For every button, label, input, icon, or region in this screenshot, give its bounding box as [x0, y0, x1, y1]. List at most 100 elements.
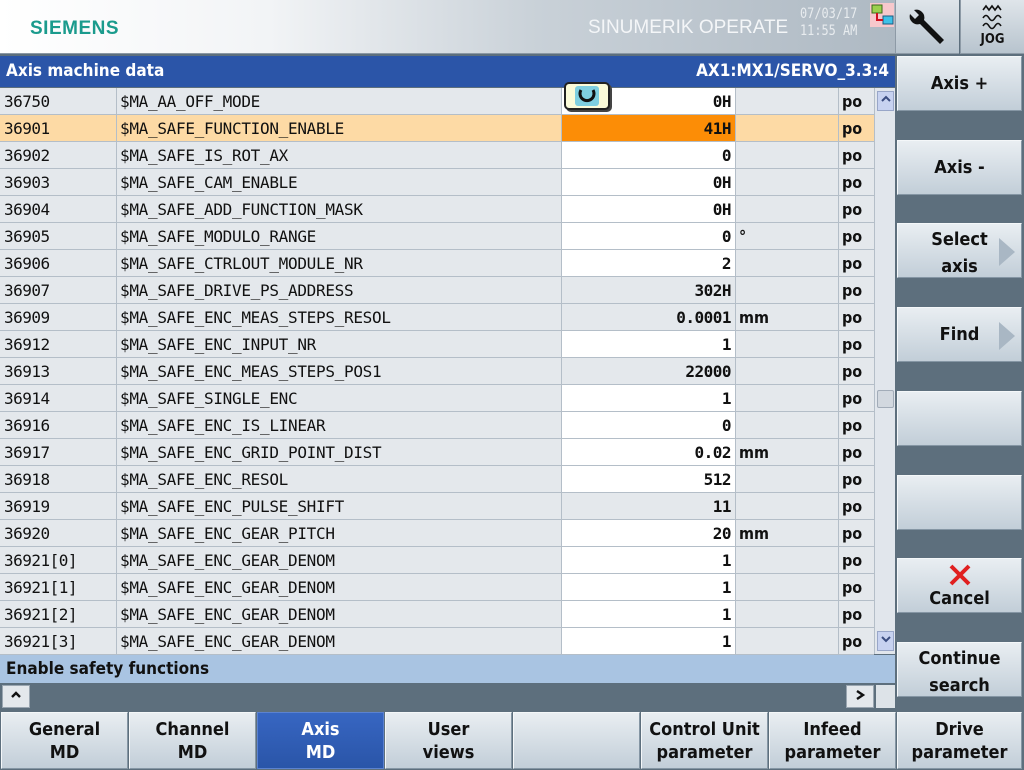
md-number-cell: 36902 [0, 142, 117, 168]
drive-parameter-tab[interactable]: Drive parameter [897, 712, 1022, 769]
table-row[interactable]: 36921[3] $MA_SAFE_ENC_GEAR_DENOM 1 po [0, 628, 874, 655]
general-md-tab[interactable]: General MD [1, 712, 128, 769]
channel-md-tab[interactable]: Channel MD [129, 712, 256, 769]
md-name-cell: $MA_SAFE_DRIVE_PS_ADDRESS [117, 277, 562, 303]
datetime: 07/03/17 11:55 AM [800, 6, 857, 40]
md-value-cell[interactable]: 0.0001 [562, 304, 736, 330]
infeed-parameter-tab[interactable]: Infeed parameter [769, 712, 896, 769]
md-value-cell[interactable]: 1 [562, 547, 736, 573]
table-row[interactable]: 36906 $MA_SAFE_CTRLOUT_MODULE_NR 2 po [0, 250, 874, 277]
md-value-cell[interactable]: 0 [562, 223, 736, 249]
table-row[interactable]: 36905 $MA_SAFE_MODULO_RANGE 0 ° po [0, 223, 874, 250]
select-axis-softkey[interactable]: Select axis [897, 223, 1022, 278]
setup-button[interactable] [895, 0, 959, 54]
md-activation-cell: po [842, 92, 863, 111]
continue-search-softkey[interactable]: Continue search [897, 642, 1022, 697]
undo-button[interactable] [564, 82, 610, 110]
md-number-cell: 36920 [0, 520, 117, 546]
md-activation-cell: po [842, 335, 863, 354]
control-unit-parameter-tab[interactable]: Control Unit parameter [641, 712, 768, 769]
scroll-left-button[interactable] [2, 685, 30, 708]
table-row[interactable]: 36917 $MA_SAFE_ENC_GRID_POINT_DIST 0.02 mm p… [0, 439, 874, 466]
scroll-thumb[interactable] [877, 390, 894, 408]
md-value-cell[interactable]: 1 [562, 385, 736, 411]
table-row[interactable]: 36913 $MA_SAFE_ENC_MEAS_STEPS_POS1 22000 po [0, 358, 874, 385]
md-value-cell[interactable]: 22000 [562, 358, 736, 384]
md-value-cell[interactable]: 2 [562, 250, 736, 276]
md-value-cell[interactable]: 1 [562, 601, 736, 627]
md-value-cell[interactable]: 41H [562, 115, 736, 141]
md-value-cell[interactable]: 0H [562, 196, 736, 222]
md-value-cell[interactable]: 0H [562, 169, 736, 195]
md-number-cell: 36901 [0, 115, 117, 141]
md-value-cell[interactable]: 11 [562, 493, 736, 519]
table-row[interactable]: 36907 $MA_SAFE_DRIVE_PS_ADDRESS 302H po [0, 277, 874, 304]
table-row[interactable]: 36916 $MA_SAFE_ENC_IS_LINEAR 0 po [0, 412, 874, 439]
cancel-x-icon [949, 564, 970, 586]
md-activation-cell: po [842, 578, 863, 597]
table-row[interactable]: 36904 $MA_SAFE_ADD_FUNCTION_MASK 0H po [0, 196, 874, 223]
network-connection-icon [870, 3, 894, 27]
table-row[interactable]: 36918 $MA_SAFE_ENC_RESOL 512 po [0, 466, 874, 493]
axis-plus-softkey[interactable]: Axis + [897, 56, 1022, 111]
md-name-cell: $MA_SAFE_ADD_FUNCTION_MASK [117, 196, 562, 222]
table-row[interactable]: 36921[0] $MA_SAFE_ENC_GEAR_DENOM 1 po [0, 547, 874, 574]
md-value-cell[interactable]: 20 [562, 520, 736, 546]
table-row[interactable]: 36919 $MA_SAFE_ENC_PULSE_SHIFT 11 po [0, 493, 874, 520]
table-row[interactable]: 36921[1] $MA_SAFE_ENC_GEAR_DENOM 1 po [0, 574, 874, 601]
find-softkey[interactable]: Find [897, 307, 1022, 362]
empty-softkey-6[interactable] [897, 475, 1022, 530]
header-bar: SIEMENS SINUMERIK OPERATE 07/03/17 11:55… [0, 0, 895, 54]
scroll-right-button[interactable] [846, 685, 874, 708]
table-row[interactable]: 36903 $MA_SAFE_CAM_ENABLE 0H po [0, 169, 874, 196]
md-activation-cell: po [842, 119, 863, 138]
date: 07/03/17 [800, 6, 858, 22]
table-row[interactable]: 36901 $MA_SAFE_FUNCTION_ENABLE 41H po [0, 115, 874, 142]
md-value-cell[interactable]: 0 [562, 142, 736, 168]
md-value-cell[interactable]: 0 [562, 412, 736, 438]
md-name-cell: $MA_SAFE_ENC_PULSE_SHIFT [117, 493, 562, 519]
axis-minus-softkey[interactable]: Axis - [897, 140, 1022, 195]
md-activation-cell: po [842, 308, 863, 327]
scroll-up-button[interactable] [877, 91, 894, 111]
time: 11:55 AM [800, 23, 858, 39]
cancel-softkey[interactable]: Cancel [897, 558, 1022, 613]
md-value-cell[interactable]: 1 [562, 628, 736, 654]
table-row[interactable]: 36914 $MA_SAFE_SINGLE_ENC 1 po [0, 385, 874, 412]
scroll-down-button[interactable] [877, 631, 894, 651]
md-activation-cell: po [842, 470, 863, 489]
md-activation-cell: po [842, 362, 863, 381]
md-number-cell: 36917 [0, 439, 117, 465]
empty-tab[interactable] [513, 712, 640, 769]
table-row[interactable]: 36909 $MA_SAFE_ENC_MEAS_STEPS_RESOL 0.0001… [0, 304, 874, 331]
wrench-icon [909, 9, 944, 44]
jog-mode-button[interactable]: JOG [960, 0, 1024, 54]
md-name-cell: $MA_SAFE_ENC_INPUT_NR [117, 331, 562, 357]
table-row[interactable]: 36912 $MA_SAFE_ENC_INPUT_NR 1 po [0, 331, 874, 358]
md-value-cell[interactable]: 1 [562, 331, 736, 357]
md-unit-cell [737, 115, 839, 141]
empty-softkey-5[interactable] [897, 391, 1022, 446]
md-value-cell[interactable]: 302H [562, 277, 736, 303]
md-name-cell: $MA_SAFE_MODULO_RANGE [117, 223, 562, 249]
md-value-cell[interactable]: 0.02 [562, 439, 736, 465]
md-value-cell[interactable]: 512 [562, 466, 736, 492]
table-row[interactable]: 36750 $MA_AA_OFF_MODE 0H po [0, 88, 874, 115]
md-unit-cell [737, 601, 839, 627]
table-row[interactable]: 36902 $MA_SAFE_IS_ROT_AX 0 po [0, 142, 874, 169]
softkey-scroll-bar [0, 683, 895, 710]
md-name-cell: $MA_AA_OFF_MODE [117, 88, 562, 114]
md-value-cell[interactable]: 1 [562, 574, 736, 600]
axis-md-tab[interactable]: Axis MD [257, 712, 384, 769]
md-name-cell: $MA_SAFE_ENC_GRID_POINT_DIST [117, 439, 562, 465]
md-unit-cell [737, 142, 839, 168]
user-views-tab[interactable]: User views [385, 712, 512, 769]
table-row[interactable]: 36921[2] $MA_SAFE_ENC_GEAR_DENOM 1 po [0, 601, 874, 628]
md-unit-cell [737, 358, 839, 384]
table-row[interactable]: 36920 $MA_SAFE_ENC_GEAR_PITCH 20 mm po [0, 520, 874, 547]
md-number-cell: 36909 [0, 304, 117, 330]
md-activation-cell: po [842, 254, 863, 273]
vertical-scrollbar[interactable] [874, 88, 895, 654]
md-activation-cell: po [842, 497, 863, 516]
md-unit-cell [737, 196, 839, 222]
